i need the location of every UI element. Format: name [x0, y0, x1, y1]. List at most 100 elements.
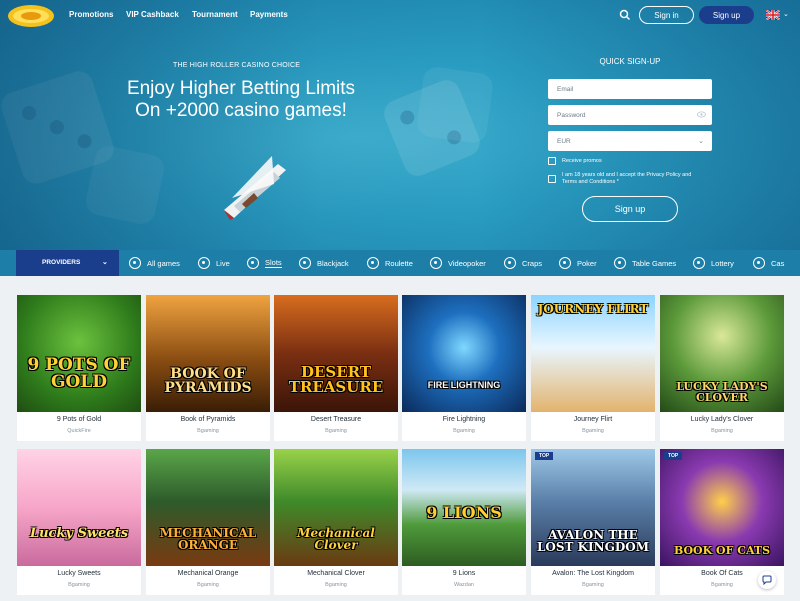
- game-thumbnail[interactable]: BOOK OF PYRAMIDS: [146, 295, 270, 412]
- quick-signup-title: QUICK SIGN-UP: [599, 57, 661, 66]
- game-thumbnail[interactable]: BOOK OF CATS TOP: [660, 449, 784, 566]
- signup-submit-button[interactable]: Sign up: [582, 196, 678, 222]
- game-provider: Bgaming: [453, 428, 475, 434]
- nav-vip-cashback[interactable]: VIP Cashback: [126, 10, 179, 19]
- game-name[interactable]: Desert Treasure: [274, 416, 398, 423]
- chat-icon[interactable]: [758, 571, 776, 589]
- top-navigation: Promotions VIP Cashback Tournament Payme…: [0, 0, 800, 32]
- game-thumbnail[interactable]: 9 LIONS: [402, 449, 526, 566]
- category-slots[interactable]: Slots: [247, 256, 282, 270]
- receive-promos-checkbox[interactable]: [548, 157, 556, 165]
- eye-icon[interactable]: [697, 111, 706, 118]
- game-card[interactable]: JOURNEY FLIRT Journey Flirt Bgaming: [531, 295, 655, 441]
- password-field[interactable]: Password: [548, 105, 712, 125]
- sign-in-button[interactable]: Sign in: [639, 6, 694, 24]
- category-table-games[interactable]: Table Games: [614, 256, 676, 270]
- top-badge: TOP: [535, 452, 554, 460]
- game-thumbnail[interactable]: JOURNEY FLIRT: [531, 295, 655, 412]
- chevron-down-icon[interactable]: ⌄: [783, 10, 789, 18]
- category-lottery[interactable]: Lottery: [693, 256, 734, 270]
- game-name[interactable]: Book of Pyramids: [146, 416, 270, 423]
- game-thumbnail[interactable]: Lucky Sweets: [17, 449, 141, 566]
- providers-dropdown[interactable]: PROVIDERS ⌄: [16, 250, 119, 276]
- table-games-icon: [614, 257, 626, 269]
- game-name[interactable]: Journey Flirt: [531, 416, 655, 423]
- game-card[interactable]: AVALON THE LOST KINGDOM TOP Avalon: The …: [531, 449, 655, 595]
- casino-logo[interactable]: [6, 3, 56, 29]
- game-card[interactable]: MECHANICAL ORANGE Mechanical Orange Bgam…: [146, 449, 270, 595]
- game-name[interactable]: Mechanical Clover: [274, 570, 398, 577]
- live-icon: [198, 257, 210, 269]
- terms-checkbox[interactable]: [548, 175, 556, 183]
- email-field[interactable]: Email: [548, 79, 712, 99]
- casual-icon: [753, 257, 765, 269]
- game-card[interactable]: 9 POTS OF GOLD 9 Pots of Gold QuickFire: [17, 295, 141, 441]
- game-thumbnail[interactable]: 9 POTS OF GOLD: [17, 295, 141, 412]
- game-art-title: Lucky Sweets: [29, 526, 129, 541]
- game-card[interactable]: BOOK OF PYRAMIDS Book of Pyramids Bgamin…: [146, 295, 270, 441]
- category-videopoker[interactable]: Videopoker: [430, 256, 486, 270]
- game-thumbnail[interactable]: FIRE LIGHTNING: [402, 295, 526, 412]
- category-poker[interactable]: Poker: [559, 256, 597, 270]
- hero-kicker: THE HIGH ROLLER CASINO CHOICE: [173, 62, 301, 69]
- category-live[interactable]: Live: [198, 256, 230, 270]
- game-provider: Bgaming: [582, 582, 604, 588]
- game-name[interactable]: 9 Lions: [402, 570, 526, 577]
- game-name[interactable]: Fire Lightning: [402, 416, 526, 423]
- game-name[interactable]: Avalon: The Lost Kingdom: [531, 570, 655, 577]
- nav-payments[interactable]: Payments: [250, 10, 288, 19]
- game-thumbnail[interactable]: LUCKY LADY'S CLOVER: [660, 295, 784, 412]
- game-provider: Bgaming: [711, 428, 733, 434]
- game-thumbnail[interactable]: DESERT TREASURE: [274, 295, 398, 412]
- game-provider: Bgaming: [582, 428, 604, 434]
- game-card[interactable]: LUCKY LADY'S CLOVER Lucky Lady's Clover …: [660, 295, 784, 441]
- game-provider: QuickFire: [67, 428, 91, 434]
- game-provider: Bgaming: [197, 582, 219, 588]
- game-art-title: FIRE LIGHTNING: [427, 380, 501, 390]
- game-art-title: AVALON THE LOST KINGDOM: [536, 528, 650, 554]
- category-casual[interactable]: Cas: [753, 256, 784, 270]
- game-thumbnail[interactable]: AVALON THE LOST KINGDOM TOP: [531, 449, 655, 566]
- email-placeholder: Email: [557, 85, 574, 93]
- all-games-icon: [129, 257, 141, 269]
- hero-title-line1: Enjoy Higher Betting Limits: [126, 78, 356, 99]
- blackjack-icon: [299, 257, 311, 269]
- game-name[interactable]: Lucky Lady's Clover: [660, 416, 784, 423]
- category-craps[interactable]: Craps: [504, 256, 542, 270]
- game-card[interactable]: DESERT TREASURE Desert Treasure Bgaming: [274, 295, 398, 441]
- game-card[interactable]: FIRE LIGHTNING Fire Lightning Bgaming: [402, 295, 526, 441]
- game-art-title: Mechanical Clover: [297, 526, 375, 552]
- uk-flag-icon[interactable]: [766, 10, 780, 20]
- category-all-games[interactable]: All games: [129, 256, 180, 270]
- game-provider: Bgaming: [325, 428, 347, 434]
- poker-icon: [559, 257, 571, 269]
- password-placeholder: Password: [557, 111, 586, 119]
- game-name[interactable]: 9 Pots of Gold: [17, 416, 141, 423]
- game-thumbnail[interactable]: Mechanical Clover: [274, 449, 398, 566]
- game-card[interactable]: Mechanical Clover Mechanical Clover Bgam…: [274, 449, 398, 595]
- game-thumbnail[interactable]: MECHANICAL ORANGE: [146, 449, 270, 566]
- game-name[interactable]: Mechanical Orange: [146, 570, 270, 577]
- receive-promos-label: Receive promos: [562, 158, 602, 164]
- game-provider: Wazdan: [454, 582, 474, 588]
- yacht-illustration: [224, 156, 286, 220]
- sign-up-button[interactable]: Sign up: [699, 6, 754, 24]
- game-name[interactable]: Lucky Sweets: [17, 570, 141, 577]
- hero-title: Enjoy Higher Betting Limits On +2000 cas…: [100, 78, 382, 122]
- currency-select[interactable]: EUR ⌄: [548, 131, 712, 151]
- terms-label-line1: I am 18 years old and I accept the Priva…: [562, 172, 692, 178]
- roulette-icon: [367, 257, 379, 269]
- craps-icon: [504, 257, 516, 269]
- category-roulette[interactable]: Roulette: [367, 256, 413, 270]
- nav-promotions[interactable]: Promotions: [69, 10, 113, 19]
- nav-tournament[interactable]: Tournament: [192, 10, 238, 19]
- category-blackjack[interactable]: Blackjack: [299, 256, 349, 270]
- search-icon[interactable]: [619, 9, 631, 21]
- game-art-title: DESERT TREASURE: [288, 363, 384, 396]
- terms-label: I am 18 years old and I accept the Priva…: [562, 172, 722, 186]
- videopoker-icon: [430, 257, 442, 269]
- chat-bubble-icon: [762, 575, 772, 585]
- game-card[interactable]: 9 LIONS 9 Lions Wazdan: [402, 449, 526, 595]
- game-card[interactable]: Lucky Sweets Lucky Sweets Bgaming: [17, 449, 141, 595]
- currency-value: EUR: [557, 137, 571, 145]
